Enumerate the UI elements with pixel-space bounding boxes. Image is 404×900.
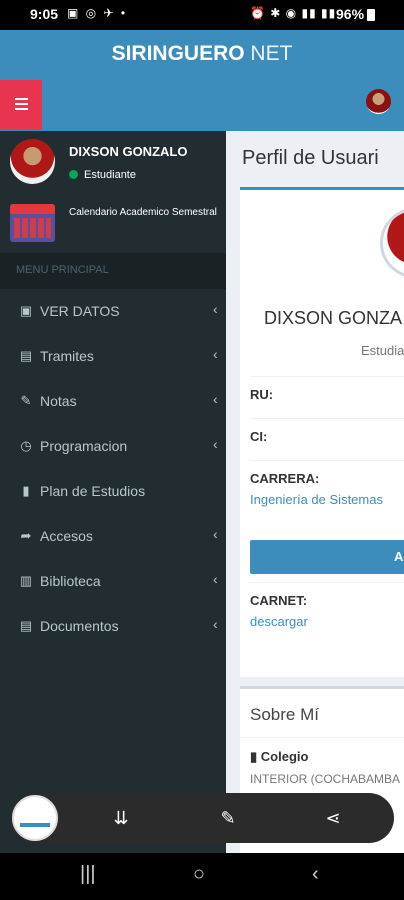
online-status-icon — [69, 170, 78, 179]
sidebar-item-label: Tramites — [40, 348, 94, 364]
battery-icon — [367, 9, 375, 21]
chevron-left-icon: ‹ — [213, 436, 218, 452]
sidebar-item-label: Accesos — [40, 528, 93, 544]
profile-card: DIXSON GONZA Estudia RU: CI: CARRERA: In… — [240, 187, 404, 677]
academic-calendar-link[interactable]: Calendario Academico Semestral — [0, 199, 226, 251]
field-label: CARRERA: — [250, 471, 320, 486]
sidebar-item-notas[interactable]: ✎ Notas ‹ — [0, 379, 226, 424]
user-avatar[interactable] — [366, 89, 391, 114]
system-nav-bar: ||| ○ ‹ — [0, 853, 404, 900]
field-carnet: CARNET: descargar — [250, 582, 404, 642]
field-carrera: CARRERA: Ingeniería de Sistemas — [250, 460, 404, 522]
sidebar-item-tramites[interactable]: ▤ Tramites ‹ — [0, 334, 226, 379]
sidebar-item-documentos[interactable]: ▤ Documentos ‹ — [0, 604, 226, 649]
bookmark-icon: ▮ — [22, 483, 30, 498]
colegio-value: INTERIOR (COCHABAMBA — [250, 772, 401, 786]
calendar-label: Calendario Academico Semestral — [69, 207, 217, 218]
id-card-icon: ▣ — [19, 303, 33, 318]
back-button[interactable]: ‹ — [312, 863, 319, 886]
sidebar: DIXSON GONZALO Estudiante Calendario Aca… — [0, 131, 226, 853]
chevron-left-icon: ‹ — [213, 571, 218, 587]
user-name: DIXSON GONZALO — [69, 144, 188, 159]
system-status-icons: ⏰ ✱ ◉ ▮▮ ▮▮ — [250, 6, 337, 20]
notification-icons: ▣ ◎ ✈ • — [67, 6, 128, 20]
sidebar-item-label: Programacion — [40, 438, 128, 454]
page-title: Perfil de Usuari — [242, 147, 379, 169]
sidebar-item-label: Biblioteca — [40, 573, 101, 589]
chevron-left-icon: ‹ — [213, 346, 218, 362]
user-photo — [10, 139, 55, 184]
sidebar-item-accesos[interactable]: ➦ Accesos ‹ — [0, 514, 226, 559]
user-role: Estudiante — [84, 169, 136, 181]
home-button[interactable]: ○ — [193, 863, 205, 886]
brand-logo[interactable]: SIRINGUERO NET — [0, 42, 404, 66]
book-icon: ▮ — [250, 749, 258, 764]
field-ci: CI: — [250, 418, 404, 460]
chevron-left-icon: ‹ — [213, 301, 218, 317]
calendar-icon — [10, 204, 55, 242]
clock-icon: ◷ — [20, 438, 32, 453]
share-arrow-icon: ➦ — [20, 528, 32, 543]
field-label: CARNET: — [250, 593, 308, 608]
scroll-capture-icon[interactable]: ⇊ — [108, 805, 134, 831]
library-icon: ▥ — [19, 573, 33, 588]
sidebar-item-label: VER DATOS — [40, 303, 120, 319]
screenshot-thumbnail[interactable] — [12, 795, 58, 841]
documents-icon: ▤ — [19, 618, 33, 633]
share-icon[interactable]: ⋖ — [320, 805, 346, 831]
sidebar-item-plan-de-estudios[interactable]: ▮ Plan de Estudios — [0, 469, 226, 514]
chevron-left-icon: ‹ — [213, 526, 218, 542]
profile-action-button[interactable]: A — [250, 540, 404, 574]
carnet-download-link[interactable]: descargar — [250, 614, 308, 629]
colegio-label: ▮ Colegio — [250, 749, 309, 764]
profile-name: DIXSON GONZA — [264, 308, 403, 328]
user-status: Estudiante — [69, 169, 136, 181]
about-title: Sobre Mí — [250, 705, 319, 724]
user-panel: DIXSON GONZALO Estudiante — [0, 131, 226, 196]
divider — [240, 737, 404, 738]
chevron-left-icon: ‹ — [213, 391, 218, 407]
battery-level: 96% — [336, 6, 365, 22]
status-time: 9:05 — [30, 6, 59, 22]
profile-role: Estudia — [361, 343, 404, 358]
sidebar-item-ver-datos[interactable]: ▣ VER DATOS ‹ — [0, 289, 226, 334]
field-label: CI: — [250, 429, 268, 444]
sidebar-item-biblioteca[interactable]: ▥ Biblioteca ‹ — [0, 559, 226, 604]
screenshot-toolbar: ⇊ ✎ ⋖ — [10, 793, 394, 843]
recents-button[interactable]: ||| — [80, 863, 96, 886]
field-ru: RU: — [250, 376, 404, 418]
sidebar-item-label: Documentos — [40, 618, 119, 634]
brand-name: SIRINGUERO — [111, 42, 245, 65]
brand-suffix: NET — [244, 42, 293, 65]
chevron-left-icon: ‹ — [213, 616, 218, 632]
status-bar: 9:05 ▣ ◎ ✈ • ⏰ ✱ ◉ ▮▮ ▮▮ 96% — [0, 0, 404, 30]
edit-screenshot-icon[interactable]: ✎ — [215, 805, 241, 831]
field-label: RU: — [250, 387, 274, 402]
menu-header: MENU PRINCIPAL — [0, 253, 226, 289]
file-icon: ▤ — [19, 348, 33, 363]
field-value: Ingeniería de Sistemas — [250, 492, 383, 507]
edit-icon: ✎ — [20, 393, 32, 408]
main-content: Perfil de Usuari DIXSON GONZA Estudia RU… — [226, 131, 404, 853]
sidebar-item-label: Plan de Estudios — [40, 483, 146, 499]
app-header: SIRINGUERO NET — [0, 30, 404, 131]
profile-photo — [380, 208, 404, 278]
sidebar-item-label: Notas — [40, 393, 77, 409]
sidebar-item-programacion[interactable]: ◷ Programacion ‹ — [0, 424, 226, 469]
sidebar-toggle-button[interactable] — [0, 80, 42, 130]
